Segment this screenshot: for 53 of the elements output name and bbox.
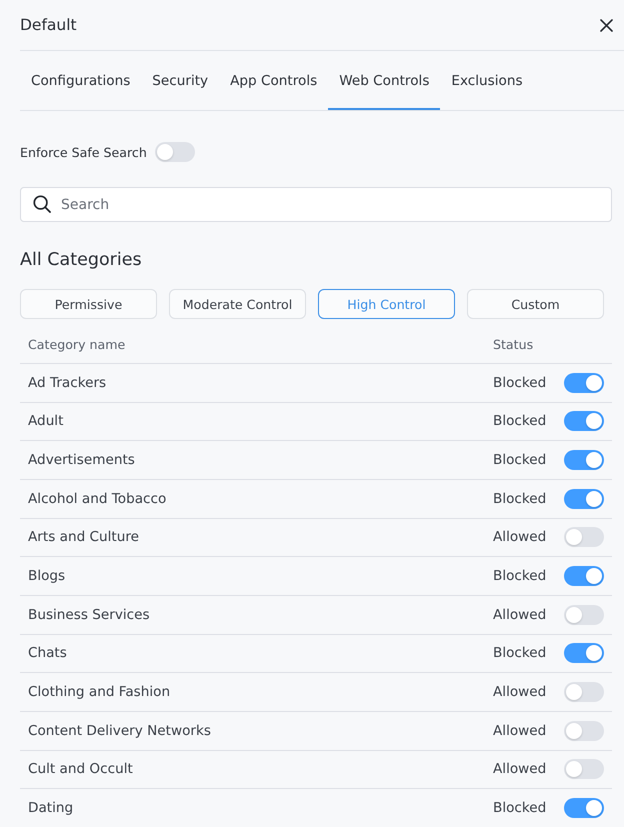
- status-text: Blocked: [493, 374, 546, 391]
- tab[interactable]: Configurations: [20, 51, 142, 110]
- toggle-switch[interactable]: [564, 372, 604, 393]
- category-name: Business Services: [28, 606, 150, 623]
- status-text: Allowed: [493, 606, 546, 623]
- toggle-switch[interactable]: [564, 759, 604, 780]
- toggle-switch[interactable]: [564, 566, 604, 586]
- category-name: Adult: [28, 413, 64, 430]
- category-name: Blogs: [28, 568, 66, 584]
- category-name: Arts and Culture: [28, 529, 139, 546]
- toggle-switch[interactable]: [564, 798, 604, 818]
- preset-button[interactable]: Custom: [467, 289, 604, 319]
- toggle-switch[interactable]: [154, 142, 195, 162]
- status-text: Blocked: [493, 413, 546, 430]
- status-text: Allowed: [493, 761, 546, 778]
- column-header: Status: [493, 337, 534, 353]
- tab[interactable]: Exclusions: [440, 51, 534, 110]
- search-icon: [33, 195, 51, 213]
- tab[interactable]: Security: [141, 51, 220, 110]
- status-text: Blocked: [493, 568, 546, 584]
- category-name: Cult and Occult: [28, 761, 133, 778]
- status-text: Blocked: [493, 490, 546, 507]
- toggle-switch[interactable]: [564, 411, 604, 432]
- status-text: Allowed: [493, 684, 546, 700]
- toggle-switch[interactable]: [564, 604, 604, 625]
- category-name: Content Delivery Networks: [28, 722, 211, 739]
- toggle-switch[interactable]: [564, 643, 604, 664]
- status-text: Allowed: [493, 722, 546, 739]
- preset-button[interactable]: Moderate Control: [169, 289, 306, 319]
- category-name: Ad Trackers: [28, 374, 106, 391]
- toggle-switch[interactable]: [564, 527, 604, 548]
- tab[interactable]: Web Controls: [328, 51, 440, 110]
- section-heading: All Categories: [20, 249, 142, 272]
- tab[interactable]: App Controls: [219, 51, 328, 110]
- search-field[interactable]: Search: [20, 187, 612, 222]
- column-header: Category name: [28, 337, 126, 352]
- close-icon[interactable]: [600, 18, 613, 32]
- status-text: Blocked: [493, 645, 546, 662]
- toggle-switch[interactable]: [564, 682, 604, 702]
- category-name: Dating: [28, 800, 74, 816]
- safe-search-label: Enforce Safe Search: [20, 144, 147, 160]
- category-name: Advertisements: [28, 452, 135, 468]
- toggle-switch[interactable]: [564, 450, 604, 470]
- status-text: Blocked: [493, 800, 546, 816]
- status-text: Blocked: [493, 452, 546, 468]
- status-text: Allowed: [493, 529, 546, 546]
- panel-title: Default: [20, 16, 77, 34]
- preset-button[interactable]: Permissive: [20, 289, 157, 319]
- toggle-switch[interactable]: [564, 720, 604, 741]
- category-name: Chats: [28, 645, 67, 662]
- toggle-switch[interactable]: [564, 488, 604, 509]
- category-name: Clothing and Fashion: [28, 684, 170, 700]
- category-name: Alcohol and Tobacco: [28, 490, 166, 507]
